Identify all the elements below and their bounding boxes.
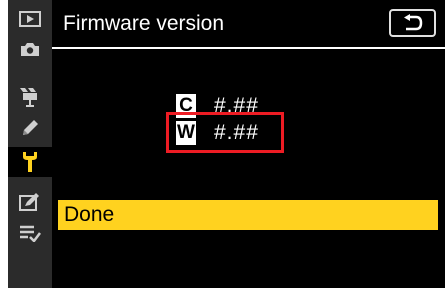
return-arrow-icon <box>403 14 422 31</box>
done-label: Done <box>64 203 115 226</box>
playback-icon[interactable] <box>8 4 52 34</box>
wrench-icon[interactable] <box>8 147 52 177</box>
pencil-icon[interactable] <box>8 113 52 143</box>
my-menu-icon[interactable] <box>8 218 52 248</box>
wireless-firmware-version: #.## <box>214 121 259 144</box>
wireless-badge: W <box>176 121 196 145</box>
back-button[interactable] <box>389 9 436 37</box>
menu-sidebar <box>8 0 52 288</box>
camera-icon[interactable] <box>8 34 52 64</box>
page-title: Firmware version <box>63 12 225 35</box>
movie-camera-icon[interactable] <box>8 82 52 112</box>
done-menu-item[interactable]: Done <box>58 200 438 230</box>
camera-screen: Firmware version C #.## W #.## Done <box>8 0 445 288</box>
title-divider <box>52 47 445 49</box>
retouch-icon[interactable] <box>8 187 52 217</box>
